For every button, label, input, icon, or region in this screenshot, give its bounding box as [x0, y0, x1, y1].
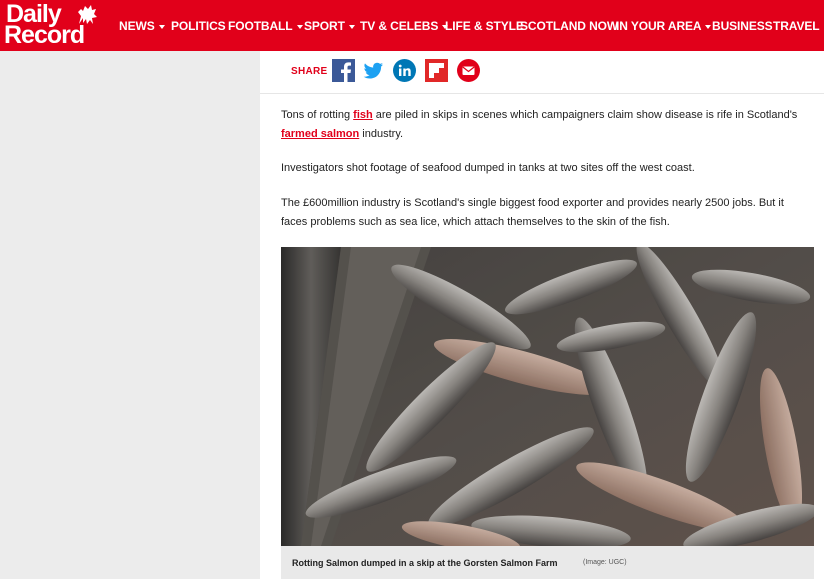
article-photo[interactable]: [281, 247, 814, 546]
nav-tv-celebs[interactable]: TV & CELEBS: [360, 19, 449, 33]
nav-news[interactable]: NEWS: [119, 19, 165, 33]
chevron-down-icon: [296, 24, 303, 29]
nav-life-style[interactable]: LIFE & STYLE: [445, 19, 524, 33]
nav-travel[interactable]: TRAVEL: [773, 19, 820, 33]
email-icon[interactable]: [457, 59, 480, 82]
nav-politics[interactable]: POLITICS: [171, 19, 226, 33]
nav-business[interactable]: BUSINESS: [712, 19, 773, 33]
fish-link[interactable]: fish: [353, 109, 373, 121]
nav-sport[interactable]: SPORT: [304, 19, 355, 33]
caption-credit: (Image: UGC): [583, 559, 627, 566]
farmed-salmon-link[interactable]: farmed salmon: [281, 128, 359, 140]
share-bar: SHARE: [260, 51, 824, 94]
logo-line-2: Record: [4, 21, 85, 49]
lion-crest-icon: [78, 5, 97, 24]
flipboard-icon[interactable]: [425, 59, 448, 82]
nav-in-your-area[interactable]: IN YOUR AREA: [616, 19, 712, 33]
chevron-down-icon: [705, 24, 712, 29]
caption-text: Rotting Salmon dumped in a skip at the G…: [292, 558, 558, 568]
chevron-down-icon: [158, 24, 165, 29]
article-paragraph-3: The £600million industry is Scotland's s…: [281, 197, 784, 228]
article-column: SHARE Tons of rotting fish are piled in …: [260, 51, 824, 579]
photo-caption: Rotting Salmon dumped in a skip at the G…: [281, 546, 814, 579]
site-logo[interactable]: Daily Record: [4, 2, 102, 48]
rotting-salmon-photo: [281, 247, 814, 546]
chevron-down-icon: [348, 24, 355, 29]
share-label: SHARE: [291, 66, 328, 77]
site-header: Daily Record NEWS POLITICS FOOTBALL SPOR…: [0, 0, 824, 51]
nav-football[interactable]: FOOTBALL: [228, 19, 303, 33]
facebook-icon[interactable]: [332, 59, 355, 82]
article-paragraph-2: Investigators shot footage of seafood du…: [281, 162, 695, 174]
article-paragraph-1: Tons of rotting fish are piled in skips …: [281, 109, 798, 140]
linkedin-icon[interactable]: [393, 59, 416, 82]
nav-scotland-now[interactable]: SCOTLAND NOW: [520, 19, 618, 33]
twitter-icon[interactable]: [362, 59, 385, 82]
